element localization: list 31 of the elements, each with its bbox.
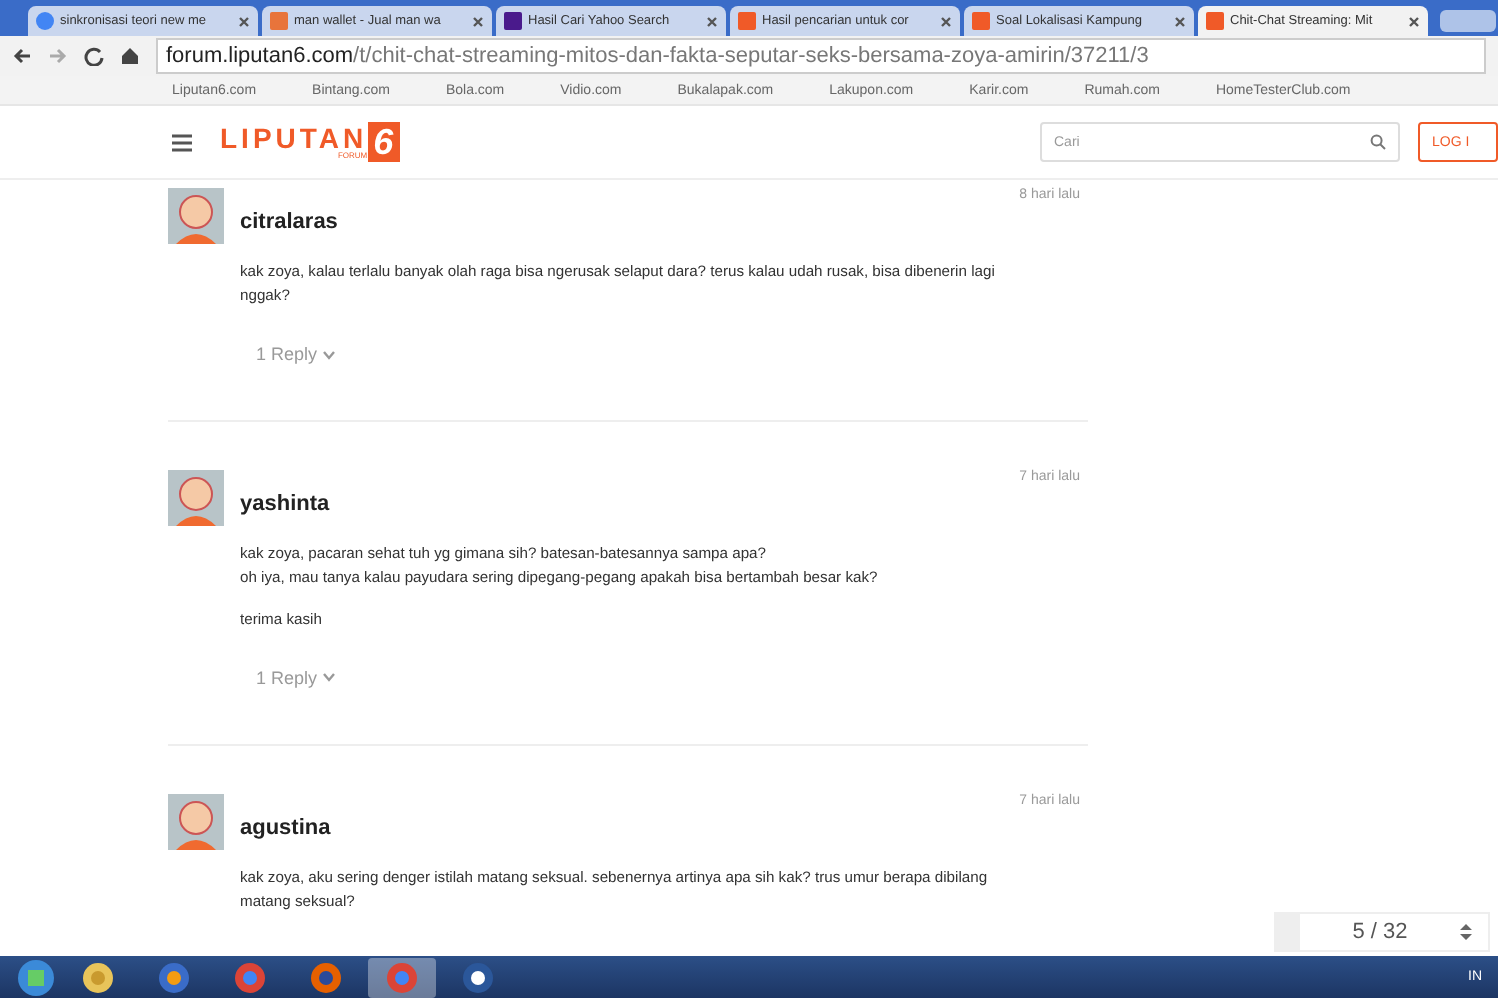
site-icon [738, 12, 756, 30]
reply-link[interactable]: 1 Reply [256, 667, 336, 688]
site-icon [504, 12, 522, 30]
reload-icon[interactable] [84, 46, 104, 66]
avatar-icon [168, 470, 224, 527]
home-icon[interactable] [120, 46, 140, 66]
start-button[interactable] [16, 957, 56, 997]
close-icon[interactable] [1408, 15, 1420, 27]
caret-icon [321, 349, 336, 360]
search-icon[interactable] [1370, 134, 1386, 150]
site-icon [270, 12, 288, 30]
sort-icon [1460, 924, 1472, 940]
site-icon [972, 12, 990, 30]
username: yashinta [240, 492, 330, 517]
back-icon[interactable] [12, 46, 32, 66]
close-icon[interactable] [472, 15, 484, 27]
address-bar[interactable]: forum.liputan6.com/t/chit-chat-streaming-mitos-dan-fakta-seputar-seks-bersama-zoya-amirin/37211/3 [156, 38, 1486, 74]
close-icon[interactable] [1174, 15, 1186, 27]
post-pager[interactable]: 5 / 32 [1274, 912, 1490, 952]
username: citralaras [240, 210, 338, 234]
avatar-icon [168, 188, 224, 244]
close-icon[interactable] [940, 15, 952, 27]
reply-link[interactable]: 1 Reply [256, 344, 336, 365]
close-icon[interactable] [706, 15, 718, 27]
username: agustina [240, 815, 331, 840]
close-icon[interactable] [238, 15, 250, 27]
avatar-icon [168, 793, 224, 850]
caret-icon [321, 672, 336, 683]
site-icon [36, 12, 54, 30]
site-icon [1206, 12, 1224, 30]
menu-icon[interactable] [172, 133, 192, 151]
